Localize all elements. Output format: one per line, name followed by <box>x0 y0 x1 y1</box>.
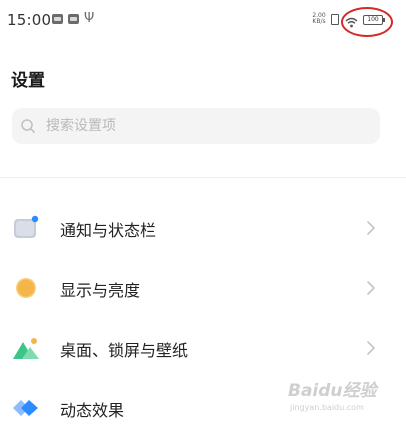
status-bar: 15:00 Ψ 2.00 KB/s 100 <box>0 0 406 40</box>
settings-screen: 15:00 Ψ 2.00 KB/s 100 设置 搜索设置项 通知与状态栏 显示… <box>0 0 406 428</box>
search-icon <box>20 118 36 138</box>
chevron-right-icon <box>366 339 376 357</box>
divider <box>0 177 406 178</box>
watermark-logo: Baidu经验 <box>288 381 377 401</box>
settings-item-label: 动态效果 <box>60 401 125 420</box>
status-time: 15:00 <box>7 11 52 29</box>
settings-item-wallpaper[interactable]: 桌面、锁屏与壁纸 <box>0 320 406 376</box>
notification-icon <box>12 214 40 242</box>
page-title: 设置 <box>11 71 45 91</box>
search-bar[interactable] <box>12 108 380 144</box>
chevron-right-icon <box>366 219 376 237</box>
brightness-icon <box>12 274 40 302</box>
settings-item-notifications[interactable]: 通知与状态栏 <box>0 200 406 256</box>
usb-icon: Ψ <box>84 11 95 26</box>
settings-item-label: 通知与状态栏 <box>60 221 157 240</box>
watermark: Baidu经验 jingyan.baidu.com <box>288 376 388 416</box>
network-speed: 2.00 KB/s <box>312 12 326 25</box>
notification-app-icon <box>68 14 79 24</box>
animation-icon <box>12 394 40 422</box>
wallpaper-icon <box>12 334 40 362</box>
settings-item-label: 桌面、锁屏与壁纸 <box>60 341 189 360</box>
sim-card-icon <box>331 14 339 25</box>
settings-item-display[interactable]: 显示与亮度 <box>0 260 406 316</box>
settings-item-label: 显示与亮度 <box>60 281 141 300</box>
notification-app-icon <box>52 14 63 24</box>
annotation-highlight-circle <box>341 7 393 37</box>
search-input[interactable] <box>46 108 366 144</box>
chevron-right-icon <box>366 279 376 297</box>
watermark-url: jingyan.baidu.com <box>290 403 364 412</box>
